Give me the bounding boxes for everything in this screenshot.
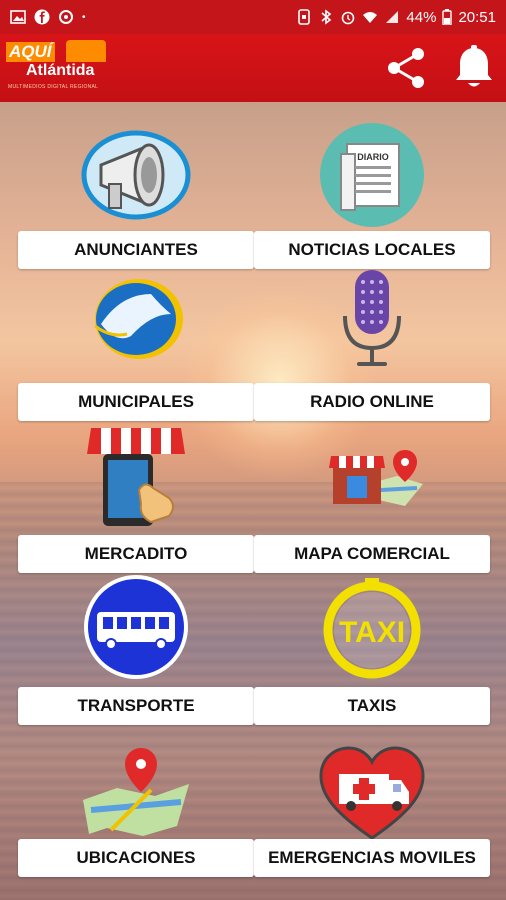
wifi-icon	[363, 12, 378, 23]
nfc-icon	[298, 9, 311, 25]
ambulance-heart-icon	[319, 746, 425, 840]
microphone-icon	[343, 270, 401, 366]
sync-icon	[59, 10, 73, 24]
newspaper-icon: DIARIO	[320, 123, 424, 227]
app-logo[interactable]: AQUÍ Atlántida MULTIMEDIOS DIGITAL REGIO…	[4, 40, 108, 96]
facebook-icon	[34, 9, 50, 25]
newspaper-text: DIARIO	[357, 152, 389, 162]
share-icon[interactable]	[380, 42, 432, 94]
taxi-text: TAXI	[339, 616, 405, 649]
taxi-icon: TAXI	[323, 578, 421, 679]
tile-label[interactable]: EMERGENCIAS MOVILES	[254, 839, 490, 877]
battery-percent: 44%	[406, 8, 437, 26]
battery-icon	[442, 9, 453, 25]
tile-label[interactable]: MERCADITO	[18, 535, 254, 573]
map-pin-icon	[83, 748, 189, 836]
megaphone-icon	[81, 130, 191, 220]
notification-dot: •	[82, 11, 86, 23]
app-bar: AQUÍ Atlántida MULTIMEDIOS DIGITAL REGIO…	[0, 34, 506, 102]
tile-label[interactable]: UBICACIONES	[18, 839, 254, 877]
image-icon	[10, 10, 26, 24]
bus-icon	[84, 575, 188, 679]
logo-sub-text: Atlántida	[26, 62, 95, 79]
signal-icon	[386, 11, 399, 23]
tile-label[interactable]: MAPA COMERCIAL	[254, 535, 490, 573]
shop-phone-icon	[87, 428, 185, 526]
clock: 20:51	[458, 8, 496, 26]
logo-main-text: AQUÍ	[6, 42, 55, 62]
tile-label[interactable]: MUNICIPALES	[18, 383, 254, 421]
store-map-icon	[329, 450, 423, 506]
tile-label[interactable]: TAXIS	[254, 687, 490, 725]
logo-tagline: MULTIMEDIOS DIGITAL REGIONAL	[8, 84, 99, 90]
status-bar: • 44% 20:51	[0, 0, 506, 34]
municipal-logo-icon	[94, 279, 183, 359]
tile-label[interactable]: TRANSPORTE	[18, 687, 254, 725]
alarm-icon	[342, 11, 355, 25]
bluetooth-icon	[321, 9, 332, 25]
main-grid: ANUNCIANTES DIARIO NOTICIAS LOCALES MUNI…	[0, 102, 506, 900]
bell-icon[interactable]	[448, 42, 500, 94]
tile-label[interactable]: RADIO ONLINE	[254, 383, 490, 421]
logo-tab-shape	[66, 40, 106, 62]
